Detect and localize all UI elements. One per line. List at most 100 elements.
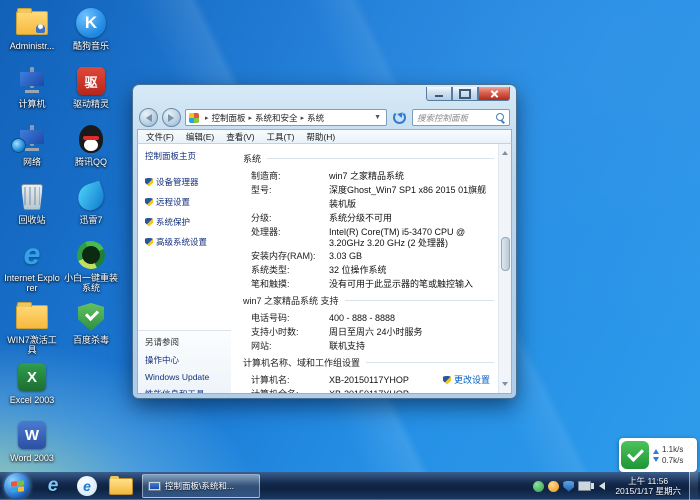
start-button[interactable] [4, 473, 30, 499]
row-value: XB-20150117YHOP [329, 387, 494, 393]
tray-volume-icon[interactable] [591, 482, 606, 490]
show-desktop-button[interactable] [689, 472, 698, 500]
taskbar-browser[interactable]: e [70, 474, 104, 498]
icon-label: 网络 [22, 157, 41, 167]
sidebar-item-label: 设备管理器 [156, 177, 199, 187]
uac-shield-icon [145, 217, 153, 227]
icon-label: 小白一键重装系统 [63, 273, 118, 293]
sidebar-item-action-center[interactable]: 操作中心 [145, 354, 231, 366]
desktop-icon-recycle-bin[interactable]: 回收站 [3, 180, 61, 236]
desktop-icon-network[interactable]: 网络 [3, 122, 61, 178]
vertical-scrollbar[interactable] [498, 144, 511, 393]
tray-security-icon[interactable] [563, 480, 575, 492]
window-title-bar[interactable] [137, 85, 512, 106]
sidebar-item-device-manager[interactable]: 设备管理器 [145, 176, 231, 188]
search-placeholder: 搜索控制面板 [417, 112, 469, 123]
icon-label: 计算机 [18, 99, 46, 109]
sidebar-item-performance-tools[interactable]: 性能信息和工具 [145, 388, 231, 393]
sidebar-item-advanced-settings[interactable]: 高级系统设置 [145, 236, 231, 248]
rating-unavailable-link[interactable]: 系统分级不可用 [329, 211, 494, 225]
breadcrumb-system[interactable]: 系统 [307, 112, 324, 124]
system-info-main: 系统 制造商: win7 之家精品系统 型号: 深度Ghost_Win7 SP1… [235, 144, 498, 393]
info-row-website: 网站: 联机支持 [243, 339, 494, 353]
desktop-icon-thunder7[interactable]: 迅雷7 [62, 180, 120, 236]
refresh-icon[interactable] [393, 111, 406, 124]
scroll-down-icon[interactable] [502, 382, 508, 389]
sidebar-item-system-protection[interactable]: 系统保护 [145, 216, 231, 228]
desktop-icon-computer[interactable]: 计算机 [3, 64, 61, 120]
desktop-icon-internet-explorer[interactable]: e Internet Explorer [3, 238, 61, 294]
address-bar[interactable]: ▸ 控制面板 ▸ 系统和安全 ▸ 系统 ▼ [185, 109, 387, 126]
tray-network-icon[interactable] [578, 481, 592, 491]
info-row-pen-touch: 笔和触摸: 没有可用于此显示器的笔或触控输入 [243, 277, 494, 291]
sidebar-item-control-panel-home[interactable]: 控制面板主页 [145, 150, 231, 162]
uac-shield-icon [145, 237, 153, 247]
row-value: XB-20150117YHOP [329, 375, 409, 385]
see-also-title: 另请参阅 [145, 337, 180, 347]
desktop-icon-kugou[interactable]: K 酷狗音乐 [62, 6, 120, 62]
row-value: 32 位操作系统 [329, 265, 387, 275]
menu-help[interactable]: 帮助(H) [306, 131, 335, 143]
menu-edit[interactable]: 编辑(E) [186, 131, 214, 143]
word-icon: W [3, 418, 61, 452]
taskbar-explorer[interactable] [104, 474, 138, 498]
change-settings-link[interactable]: 更改设置 [442, 373, 494, 387]
recycle-bin-icon [3, 180, 61, 214]
menu-file[interactable]: 文件(F) [146, 131, 174, 143]
system-tray: 上午 11:56 2015/1/17 星期六 [533, 472, 698, 500]
desktop-icon-win7-activator[interactable]: WIN7激活工具 [3, 300, 61, 356]
sidebar-item-remote-settings[interactable]: 远程设置 [145, 196, 231, 208]
desktop-icon-baidu-antivirus[interactable]: 百度杀毒 [62, 300, 120, 356]
info-row-support-hours: 支持小时数: 周日至周六 24小时服务 [243, 325, 494, 339]
tray-app-icon[interactable] [548, 480, 560, 492]
info-row-rating: 分级: 系统分级不可用 [243, 211, 494, 225]
icon-label: 酷狗音乐 [72, 41, 109, 51]
taskbar-clock[interactable]: 上午 11:56 2015/1/17 星期六 [611, 476, 685, 496]
menu-view[interactable]: 查看(V) [226, 131, 254, 143]
window-content: 控制面板主页 设备管理器 远程设置 系统保护 高级系统设置 另请参阅 操作中心 … [137, 144, 512, 394]
info-row-manufacturer: 制造商: win7 之家精品系统 [243, 169, 494, 183]
net-speed-widget[interactable]: 1.1k/s 0.7k/s [619, 438, 697, 472]
info-row-computer-name: 计算机名: XB-20150117YHOP 更改设置 [243, 373, 494, 387]
sidebar-item-label: 系统保护 [156, 217, 191, 227]
desktop-icon-tencent-qq[interactable]: 腾讯QQ [62, 122, 120, 178]
sidebar-item-windows-update[interactable]: Windows Update [145, 372, 231, 382]
network-icon [3, 122, 61, 156]
desktop-icon-xiaobai-reinstall[interactable]: 小白一键重装系统 [62, 237, 120, 294]
taskbar-active-task[interactable]: 控制面板\系统和... [142, 474, 260, 498]
search-input[interactable]: 搜索控制面板 [412, 109, 510, 126]
menu-tools[interactable]: 工具(T) [267, 131, 295, 143]
breadcrumb-system-security[interactable]: 系统和安全 [255, 112, 298, 124]
desktop-icon-driver-genius[interactable]: 驱 驱动精灵 [62, 64, 120, 120]
desktop-icon-excel-2003[interactable]: X Excel 2003 [3, 360, 61, 416]
section-title: 计算机名称、域和工作组设置 [243, 358, 361, 368]
info-row-phone: 电话号码: 400 - 888 - 8888 [243, 311, 494, 325]
scroll-up-icon[interactable] [502, 148, 508, 155]
section-title: 系统 [243, 154, 262, 164]
breadcrumb-control-panel[interactable]: 控制面板 [212, 112, 246, 124]
row-value: 3.03 GB [329, 251, 363, 261]
computer-name-section-header: 计算机名称、域和工作组设置 [243, 356, 494, 369]
icon-label: 百度杀毒 [72, 335, 109, 345]
maximize-button[interactable] [452, 87, 478, 101]
scrollbar-thumb[interactable] [500, 237, 510, 271]
search-icon[interactable] [496, 113, 505, 122]
windows-logo-icon [10, 479, 24, 493]
info-row-ram: 安装内存(RAM): 3.03 GB [243, 249, 494, 263]
uac-shield-icon [145, 197, 153, 207]
close-button[interactable] [478, 87, 510, 101]
icon-label: Word 2003 [10, 453, 54, 463]
back-button[interactable] [139, 108, 158, 127]
computer-icon [3, 64, 61, 98]
clock-time: 上午 11:56 [628, 476, 669, 486]
desktop-icon-word-2003[interactable]: W Word 2003 [3, 418, 61, 474]
minimize-button[interactable] [426, 87, 452, 101]
desktop-icon-admin-folder[interactable]: Administr... [3, 6, 61, 62]
address-dropdown-icon[interactable]: ▼ [371, 114, 384, 121]
explorer-window: ▸ 控制面板 ▸ 系统和安全 ▸ 系统 ▼ 搜索控制面板 文件(F) 编辑(E)… [133, 85, 516, 398]
security-check-icon[interactable] [621, 441, 649, 469]
online-support-link[interactable]: 联机支持 [329, 339, 494, 353]
taskbar-internet-explorer[interactable]: e [36, 474, 70, 498]
forward-button[interactable] [162, 108, 181, 127]
tray-antivirus-icon[interactable] [533, 480, 545, 492]
